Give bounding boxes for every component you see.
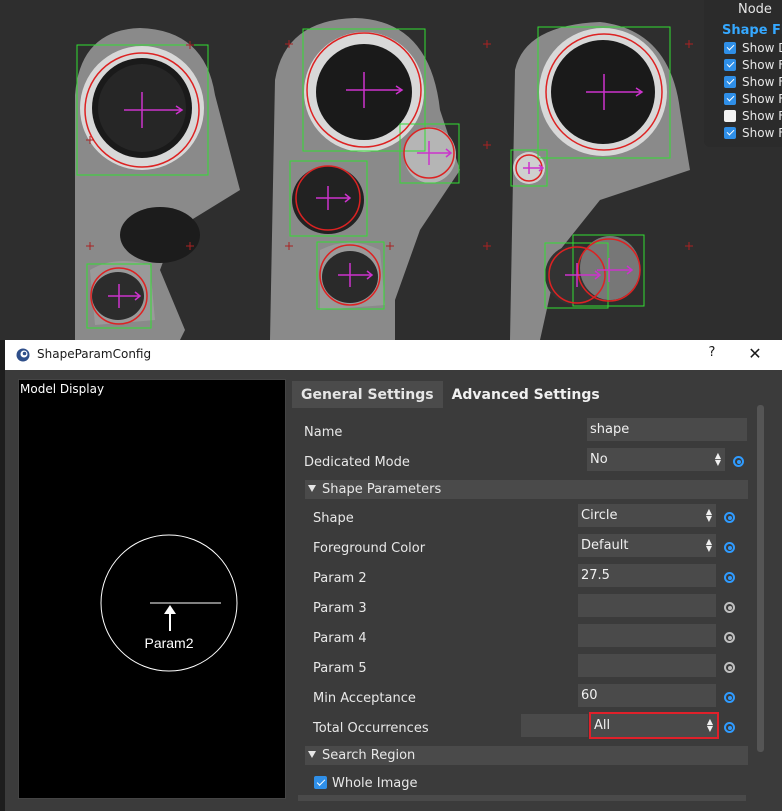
param2-binding-icon[interactable] [724,572,735,583]
search-region-section[interactable]: Search Region [305,746,748,765]
checkbox-icon[interactable] [724,93,736,105]
shape-select[interactable]: Circle ▲ ▼ [578,504,716,527]
node-panel-subtitle: Shape Fin [722,23,782,38]
param5-row: Param 5 [292,654,758,684]
checkbox-icon[interactable] [724,127,736,139]
min-acceptance-binding-icon[interactable] [724,692,735,703]
shape-value: Circle [581,508,618,523]
settings-scrollbar[interactable] [757,405,764,752]
collapse-triangle-icon [308,485,316,492]
spinner-arrows-icon: ▲ ▼ [714,451,721,467]
spinner-arrows-icon: ▲ ▼ [706,717,713,733]
param4-label: Param 4 [313,631,367,646]
spinner-arrows-icon: ▲ ▼ [705,507,712,523]
shape-parameters-section[interactable]: Shape Parameters [305,480,748,499]
node-option-4[interactable]: Show F [724,108,782,124]
checkbox-icon[interactable] [724,76,736,88]
foreground-color-row: Foreground Color Default ▲ ▼ [292,534,758,564]
param3-label: Param 3 [313,601,367,616]
whole-image-label: Whole Image [332,776,418,791]
dedicated-mode-value: No [590,452,608,467]
general-settings-panel: Name shape Dedicated Mode No ▲ ▼ Shape Pa… [292,408,758,808]
total-occurrences-select[interactable]: All ▲ ▼ [589,712,719,739]
dedicated-mode-select[interactable]: No ▲ ▼ [587,448,725,471]
total-occurrences-binding-icon[interactable] [724,722,735,733]
name-label: Name [304,425,343,440]
checkbox-icon[interactable] [724,110,736,122]
checkbox-icon[interactable] [724,59,736,71]
collapse-triangle-icon [308,751,316,758]
dedicated-mode-label: Dedicated Mode [304,455,410,470]
foreground-color-select[interactable]: Default ▲ ▼ [578,534,716,557]
node-option-0[interactable]: Show D [724,40,782,56]
param4-input[interactable] [578,624,716,647]
name-input[interactable]: shape [587,418,747,441]
param4-binding-icon[interactable] [724,632,735,643]
settings-tabs: General Settings Advanced Settings [292,381,609,408]
node-panel: Node Shape Fin Show D Show F Show F Show… [704,0,782,147]
dedicated-mode-binding-icon[interactable] [733,456,744,467]
node-option-label: Show F [742,92,782,106]
node-option-label: Show F [742,109,782,123]
param5-input[interactable] [578,654,716,677]
param5-binding-icon[interactable] [724,662,735,673]
min-acceptance-row: Min Acceptance 60 [292,684,758,714]
node-option-5[interactable]: Show F [724,125,782,141]
param4-row: Param 4 [292,624,758,654]
shape-parameters-title: Shape Parameters [322,482,442,497]
tab-advanced-settings[interactable]: Advanced Settings [443,381,609,408]
node-panel-title: Node [738,2,772,17]
node-option-label: Show F [742,75,782,89]
dialog-title: ShapeParamConfig [37,347,152,361]
total-occurrences-count-input[interactable] [521,714,588,737]
whole-image-checkbox[interactable] [314,776,327,789]
foreground-color-label: Foreground Color [313,541,426,556]
param2-row: Param 2 27.5 [292,564,758,594]
total-occurrences-row: Total Occurrences All ▲ ▼ [292,712,758,744]
search-region-title: Search Region [322,748,416,763]
arrow-head-icon [164,605,176,614]
next-section-strip [298,795,746,801]
model-preview: Param2 [100,534,238,672]
shape-row: Shape Circle ▲ ▼ [292,504,758,534]
app-logo-icon [16,348,30,362]
model-display-panel: Model Display Param2 [18,379,286,799]
node-option-1[interactable]: Show F [724,57,782,73]
shape-label: Shape [313,511,354,526]
tab-general-settings[interactable]: General Settings [292,381,443,408]
node-option-2[interactable]: Show F [724,74,782,90]
shape-param-config-dialog: ShapeParamConfig ? ✕ Model Display Param… [5,340,782,811]
param3-binding-icon[interactable] [724,602,735,613]
checkbox-icon[interactable] [724,42,736,54]
param3-row: Param 3 [292,594,758,624]
node-option-label: Show F [742,126,782,140]
spinner-arrows-icon: ▲ ▼ [705,537,712,553]
param2-input[interactable]: 27.5 [578,564,716,587]
total-occurrences-value: All [594,718,611,733]
dedicated-mode-row: Dedicated Mode No ▲ ▼ [292,448,758,478]
total-occurrences-label: Total Occurrences [313,721,429,736]
foreground-color-binding-icon[interactable] [724,542,735,553]
camera-image [0,0,782,340]
min-acceptance-input[interactable]: 60 [578,684,716,707]
help-button[interactable]: ? [705,345,719,365]
node-option-label: Show F [742,58,782,72]
shape-binding-icon[interactable] [724,512,735,523]
node-option-label: Show D [742,41,782,55]
node-option-3[interactable]: Show F [724,91,782,107]
close-button[interactable]: ✕ [747,344,763,364]
dialog-titlebar[interactable]: ShapeParamConfig ? ✕ [5,340,782,370]
param2-label: Param2 [144,635,193,651]
name-row: Name shape [292,418,758,448]
param3-input[interactable] [578,594,716,617]
foreground-color-value: Default [581,538,629,553]
min-acceptance-label: Min Acceptance [313,691,416,706]
param2-label: Param 2 [313,571,367,586]
param5-label: Param 5 [313,661,367,676]
